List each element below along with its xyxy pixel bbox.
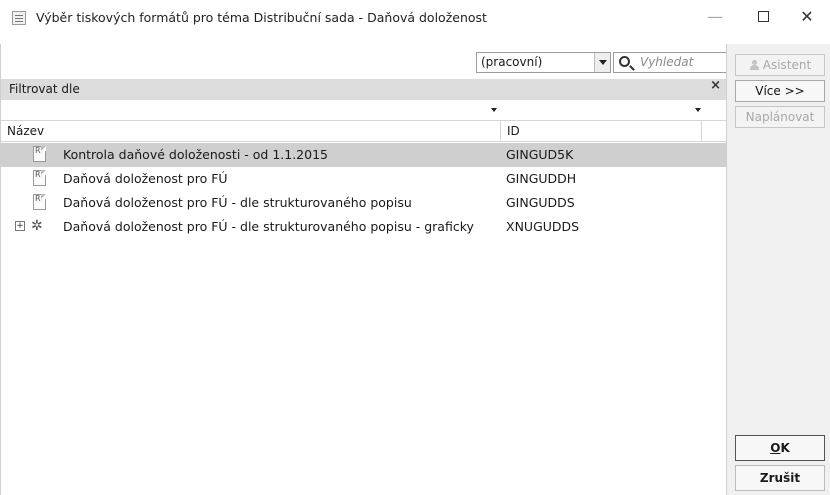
filter-row [1,100,727,120]
filter-name-dropdown[interactable] [1,100,501,120]
table-row[interactable]: R Kontrola daňové doloženosti - od 1.1.2… [1,143,727,167]
row-id: GINGUDDH [506,171,577,186]
more-button[interactable]: Více >> [735,80,825,102]
filter-label: Filtrovat dle [9,82,80,96]
minimize-button[interactable]: — [690,0,740,32]
search-placeholder: Vyhledat [640,55,694,69]
table-header: Název ID [1,120,727,142]
asistent-button[interactable]: Asistent [735,54,825,76]
app-icon [12,11,26,25]
main-content: (pracovní) Vyhledat Filtrovat dle × Náze… [0,44,727,495]
table-row[interactable]: R Daňová doloženost pro FÚ GINGUDDH [1,167,727,191]
chevron-down-icon[interactable] [594,53,610,72]
table-row[interactable]: + ✲ Daňová doloženost pro FÚ - dle struk… [1,215,727,239]
schedule-button[interactable]: Naplánovat [735,106,825,128]
table-row[interactable]: R Daňová doloženost pro FÚ - dle struktu… [1,191,727,215]
expand-icon[interactable]: + [15,221,25,231]
report-icon: R [33,194,46,210]
row-name: Kontrola daňové doloženosti - od 1.1.201… [63,147,328,162]
asistent-label: Asistent [762,58,812,72]
search-input[interactable]: Vyhledat [613,52,727,73]
scope-select[interactable]: (pracovní) [476,52,611,73]
row-name: Daňová doloženost pro FÚ - dle strukturo… [63,219,474,234]
window-title: Výběr tiskových formátů pro téma Distrib… [36,10,487,25]
side-panel: Asistent Více >> Naplánovat OK Zrušit [726,44,830,495]
row-id: GINGUDDS [506,195,575,210]
row-name: Daňová doloženost pro FÚ - dle strukturo… [63,195,412,210]
column-header-name[interactable]: Název [1,121,501,141]
column-header-extra[interactable] [702,121,727,141]
title-bar: Výběr tiskových formátů pro téma Distrib… [0,0,830,44]
filter-close-button[interactable]: × [710,78,721,93]
ok-label-mnemonic: O [770,441,781,455]
table-body: R Kontrola daňové doloženosti - od 1.1.2… [1,143,727,239]
ok-button[interactable]: OK [735,435,825,461]
toolbar: (pracovní) Vyhledat [1,52,727,74]
row-name: Daňová doloženost pro FÚ [63,171,228,186]
filter-header: Filtrovat dle × [1,78,727,100]
cancel-button[interactable]: Zrušit [735,465,825,491]
close-button[interactable]: ✕ [782,0,830,32]
ok-label-rest: K [780,441,790,455]
report-icon: R [33,170,46,186]
filter-id-dropdown[interactable] [501,100,705,120]
person-icon [749,60,759,70]
maximize-icon [757,10,769,22]
gear-icon: ✲ [31,218,43,234]
row-id: GINGUD5K [506,147,574,162]
report-icon: R [33,146,46,162]
search-icon [619,56,630,67]
scope-select-value: (pracovní) [481,55,543,69]
column-header-id[interactable]: ID [501,121,702,141]
row-id: XNUGUDDS [506,219,580,234]
maximize-button[interactable] [738,0,788,32]
